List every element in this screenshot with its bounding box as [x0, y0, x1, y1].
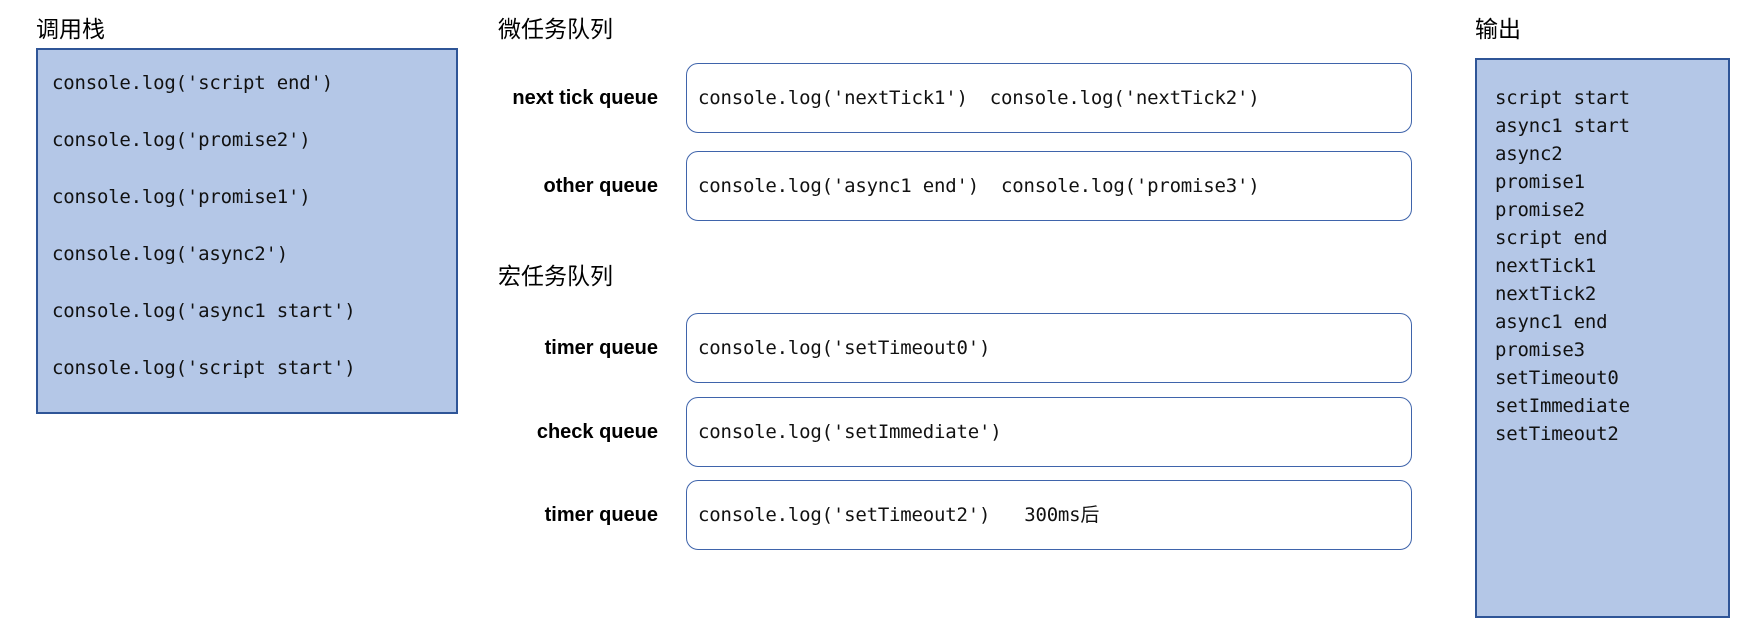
- microtask-queue-title: 微任务队列: [498, 17, 613, 43]
- queue-items: console.log('async1 end') console.log('p…: [698, 175, 1260, 197]
- output-line: promise2: [1495, 199, 1585, 221]
- macrotask-queue-title: 宏任务队列: [498, 264, 613, 290]
- queue-box-next-tick: console.log('nextTick1') console.log('ne…: [686, 63, 1412, 133]
- queue-task: console.log('promise3'): [1000, 175, 1260, 197]
- output-line: promise3: [1495, 339, 1585, 361]
- queue-task: console.log('nextTick2'): [989, 87, 1260, 109]
- queue-items: console.log('setTimeout2') 300ms后: [698, 504, 1099, 526]
- queue-items: console.log('setImmediate'): [698, 421, 1002, 443]
- call-stack-frame-list: console.log('script end') console.log('p…: [38, 50, 456, 379]
- queue-box-other: console.log('async1 end') console.log('p…: [686, 151, 1412, 221]
- call-stack-panel: console.log('script end') console.log('p…: [36, 48, 458, 414]
- output-title: 输出: [1475, 17, 1521, 43]
- call-stack-frame: console.log('async1 start'): [52, 300, 356, 322]
- output-line: setTimeout2: [1495, 423, 1619, 445]
- queue-box-timer-0: console.log('setTimeout0'): [686, 313, 1412, 383]
- call-stack-frame: console.log('promise1'): [52, 186, 311, 208]
- queue-items: console.log('setTimeout0'): [698, 337, 990, 359]
- output-line: async1 end: [1495, 311, 1608, 333]
- queue-task: console.log('setImmediate'): [698, 421, 1002, 443]
- output-line: promise1: [1495, 171, 1585, 193]
- queue-task-delay-note: 300ms后: [1024, 504, 1100, 526]
- queue-task: console.log('async1 end'): [698, 175, 979, 197]
- queue-items: console.log('nextTick1') console.log('ne…: [698, 87, 1260, 109]
- output-line: async1 start: [1495, 115, 1630, 137]
- call-stack-frame: console.log('async2'): [52, 243, 289, 265]
- call-stack-title: 调用栈: [36, 17, 105, 43]
- output-line: script start: [1495, 87, 1630, 109]
- output-line: setTimeout0: [1495, 367, 1619, 389]
- queue-label-next-tick: next tick queue: [512, 86, 658, 109]
- queue-label-other: other queue: [543, 174, 658, 197]
- queue-label-timer: timer queue: [544, 503, 658, 526]
- queue-task: console.log('setTimeout0'): [698, 337, 991, 359]
- output-panel: script start async1 start async2 promise…: [1475, 58, 1730, 618]
- queue-box-check: console.log('setImmediate'): [686, 397, 1412, 467]
- queue-label-check: check queue: [536, 420, 658, 443]
- call-stack-frame: console.log('promise2'): [52, 129, 311, 151]
- diagram-canvas: 调用栈 console.log('script end') console.lo…: [0, 0, 1762, 641]
- output-line: nextTick2: [1495, 283, 1597, 305]
- queue-label-timer: timer queue: [544, 336, 658, 359]
- microtask-row-next-tick: next tick queue console.log('nextTick1')…: [450, 63, 1412, 133]
- queue-task: console.log('nextTick1'): [698, 87, 968, 109]
- output-line: script end: [1495, 227, 1608, 249]
- output-line: setImmediate: [1495, 395, 1630, 417]
- output-line: nextTick1: [1495, 255, 1597, 277]
- microtask-row-other: other queue console.log('async1 end') co…: [450, 151, 1412, 221]
- queue-box-timer-2: console.log('setTimeout2') 300ms后: [686, 480, 1412, 550]
- queue-task: console.log('setTimeout2'): [698, 504, 991, 526]
- macrotask-row-timer-2: timer queue console.log('setTimeout2') 3…: [450, 480, 1412, 550]
- call-stack-frame: console.log('script end'): [52, 72, 333, 94]
- output-line: async2: [1495, 143, 1563, 165]
- macrotask-row-check: check queue console.log('setImmediate'): [450, 397, 1412, 467]
- macrotask-row-timer-0: timer queue console.log('setTimeout0'): [450, 313, 1412, 383]
- call-stack-frame: console.log('script start'): [52, 357, 356, 379]
